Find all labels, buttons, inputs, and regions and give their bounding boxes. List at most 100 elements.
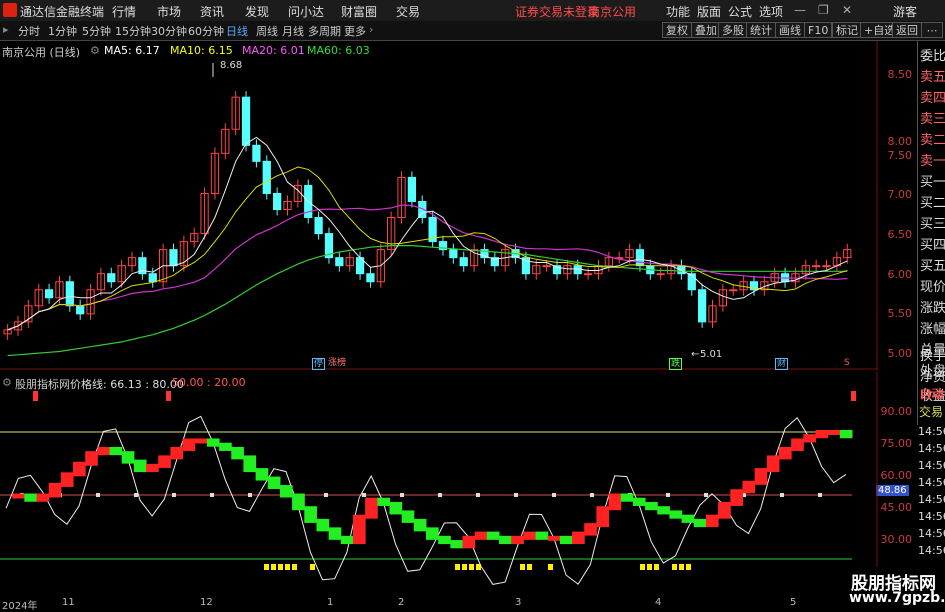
step-block [219,442,232,451]
f10-button[interactable]: F10 [804,22,833,38]
step-block [499,535,512,545]
step-block [450,540,464,549]
side-label[interactable]: 净资 [920,366,945,385]
s-tag[interactable]: S [843,358,851,368]
period-30min[interactable]: 30分钟 [151,23,187,39]
level-dot [400,493,404,497]
maximize-icon[interactable]: ❐ [818,3,829,17]
period-15min[interactable]: 15分钟 [115,23,151,39]
overlay-button[interactable]: 叠加 [691,22,721,38]
menu-market[interactable]: 行情 [112,3,136,20]
signal-mark [278,564,283,570]
signal-mark [654,564,659,570]
period-timeshare[interactable]: 分时 [18,23,40,39]
side-label[interactable]: 卖三 [920,108,945,127]
menu-options[interactable]: 选项 [759,3,783,20]
candle [366,273,375,283]
trade-label[interactable]: 交易 [919,403,943,420]
price-tick: 8.50 [887,68,913,81]
period-more[interactable]: 更多 [344,23,366,39]
side-label[interactable]: 卖五 [920,66,945,85]
period-60min[interactable]: 60分钟 [188,23,224,39]
step-block [231,446,244,460]
period-multi[interactable]: 多周期 [308,23,341,39]
time-label: 14:56 [918,442,945,455]
date-label: 5 [790,597,797,608]
side-label[interactable]: 买五 [920,255,945,274]
signal-mark [462,564,467,570]
step-block [803,434,816,443]
step-block [608,493,622,511]
side-label[interactable]: 买三 [920,213,945,232]
step-block [523,531,537,540]
menu-exchange[interactable]: 市场 [157,3,181,20]
menu-function[interactable]: 功能 [666,3,690,20]
drop-tag[interactable]: 跌 [669,358,683,370]
menu-discover[interactable]: 发现 [245,3,269,20]
draw-button[interactable]: 画线 [775,22,805,38]
close-icon[interactable]: ✕ [842,3,852,17]
mark-button[interactable]: 标记 [832,22,862,38]
more-options-icon[interactable]: ⋯ [921,22,943,38]
level-dot [704,493,708,497]
level-dot [324,493,328,497]
menu-layout[interactable]: 版面 [697,3,721,20]
side-label[interactable]: 涨幅 [920,318,945,337]
sub-tick: 45.00 [880,501,913,514]
finance-tag[interactable]: 财 [775,358,789,370]
menu-fortune[interactable]: 财富圈 [341,3,377,20]
high-label: 8.68 [220,60,242,71]
menu-ask[interactable]: 问小达 [288,3,324,20]
multi-stock-button[interactable]: 多股 [718,22,748,38]
menu-trade[interactable]: 交易 [396,3,420,20]
ma60-line [7,245,848,357]
side-label[interactable]: 买一 [920,171,945,190]
period-1min[interactable]: 1分钟 [48,23,77,39]
step-block [791,438,804,451]
side-label[interactable]: 买四 [920,234,945,253]
step-block [645,501,658,511]
indicator-chart[interactable] [0,372,878,597]
level-dot [134,493,138,497]
side-label[interactable]: 卖二 [920,129,945,148]
price-tick: 6.50 [887,228,913,241]
guest-label[interactable]: 游客 [893,3,917,20]
step-block [170,446,184,460]
stats-button[interactable]: 统计 [746,22,776,38]
candlestick-chart[interactable]: 8.68 ← 5.01 [0,41,878,370]
login-warning[interactable]: 证券交易未登录 [515,3,599,20]
minimize-icon[interactable]: — [794,3,806,17]
side-label[interactable]: 委比 [920,45,945,64]
period-5min[interactable]: 5分钟 [82,23,111,39]
step-block [718,501,731,519]
adjust-button[interactable]: 复权 [662,22,692,38]
auto-label[interactable]: 自动 [919,385,943,402]
side-label[interactable]: 现价 [920,276,945,295]
side-label[interactable]: 换手 [920,345,945,364]
candle [44,289,54,299]
signal-mark [672,564,677,570]
side-label[interactable]: 涨跌 [920,297,945,316]
step-block [426,527,439,540]
side-label[interactable]: 卖一 [920,150,945,169]
period-monthly[interactable]: 月线 [282,23,304,39]
side-label[interactable]: 买二 [920,192,945,211]
step-block [352,514,366,545]
signal-mark [264,564,269,570]
side-label[interactable]: 卖四 [920,87,945,106]
step-block [535,531,549,540]
step-block [206,438,220,447]
limit-up-tag[interactable]: 涨榜 [327,358,347,368]
period-weekly[interactable]: 周线 [256,23,278,39]
period-daily[interactable]: 日线 [226,23,248,39]
price-tick: 7.50 [887,149,913,162]
back-button[interactable]: 返回 [892,22,922,38]
time-label: 14:56 [918,493,945,506]
chevron-right-icon[interactable]: › [369,23,373,36]
current-value-badge: 48.86 [876,485,909,496]
suspend-tag[interactable]: 停 [312,358,326,370]
menu-formula[interactable]: 公式 [728,3,752,20]
collapse-icon[interactable]: ▸ [3,23,9,36]
menu-news[interactable]: 资讯 [200,3,224,20]
signal-mark [527,564,532,570]
